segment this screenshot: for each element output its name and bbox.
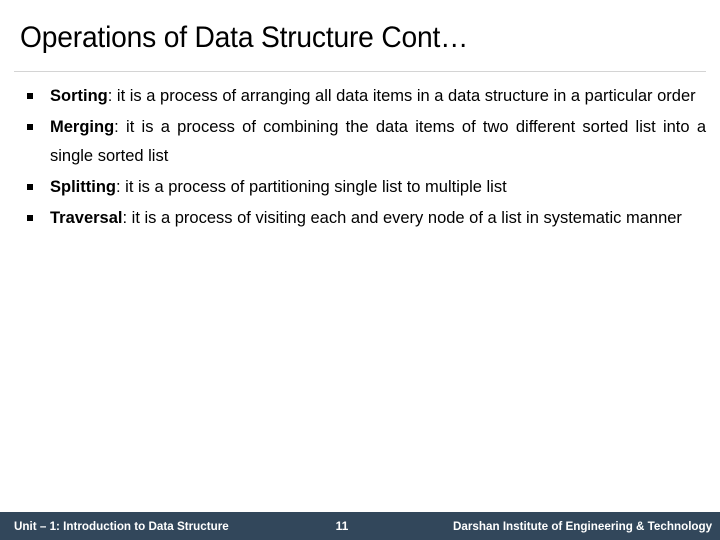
list-item-description: it is a process of arranging all data it… <box>112 87 696 105</box>
footer-page-number: 11 <box>335 519 349 533</box>
title-divider <box>14 71 706 72</box>
slide: Operations of Data Structure Cont… Sorti… <box>0 0 720 540</box>
list-item-term: Merging <box>50 118 115 136</box>
slide-footer: Unit – 1: Introduction to Data Structure… <box>0 512 720 540</box>
list-item-term: Splitting <box>50 178 116 196</box>
list-item-description: it is a process of visiting each and eve… <box>127 209 682 227</box>
bullet-list: Sorting: it is a process of arranging al… <box>14 82 706 235</box>
page-title: Operations of Data Structure Cont… <box>20 21 469 54</box>
list-item-term: Traversal <box>50 209 123 227</box>
square-bullet-icon <box>27 184 33 190</box>
square-bullet-icon <box>27 93 33 99</box>
list-item: Traversal: it is a process of visiting e… <box>14 204 706 233</box>
footer-unit-label: Unit – 1: Introduction to Data Structure <box>14 519 229 533</box>
list-item-description: it is a process of combining the data it… <box>50 118 706 165</box>
list-item: Splitting: it is a process of partitioni… <box>14 173 706 202</box>
footer-institute-label: Darshan Institute of Engineering & Techn… <box>452 519 712 533</box>
square-bullet-icon <box>27 215 33 221</box>
list-item: Merging: it is a process of combining th… <box>14 113 706 171</box>
list-item-description: it is a process of partitioning single l… <box>120 178 507 196</box>
list-item: Sorting: it is a process of arranging al… <box>14 82 706 111</box>
square-bullet-icon <box>27 124 33 130</box>
list-item-term: Sorting <box>50 87 108 105</box>
